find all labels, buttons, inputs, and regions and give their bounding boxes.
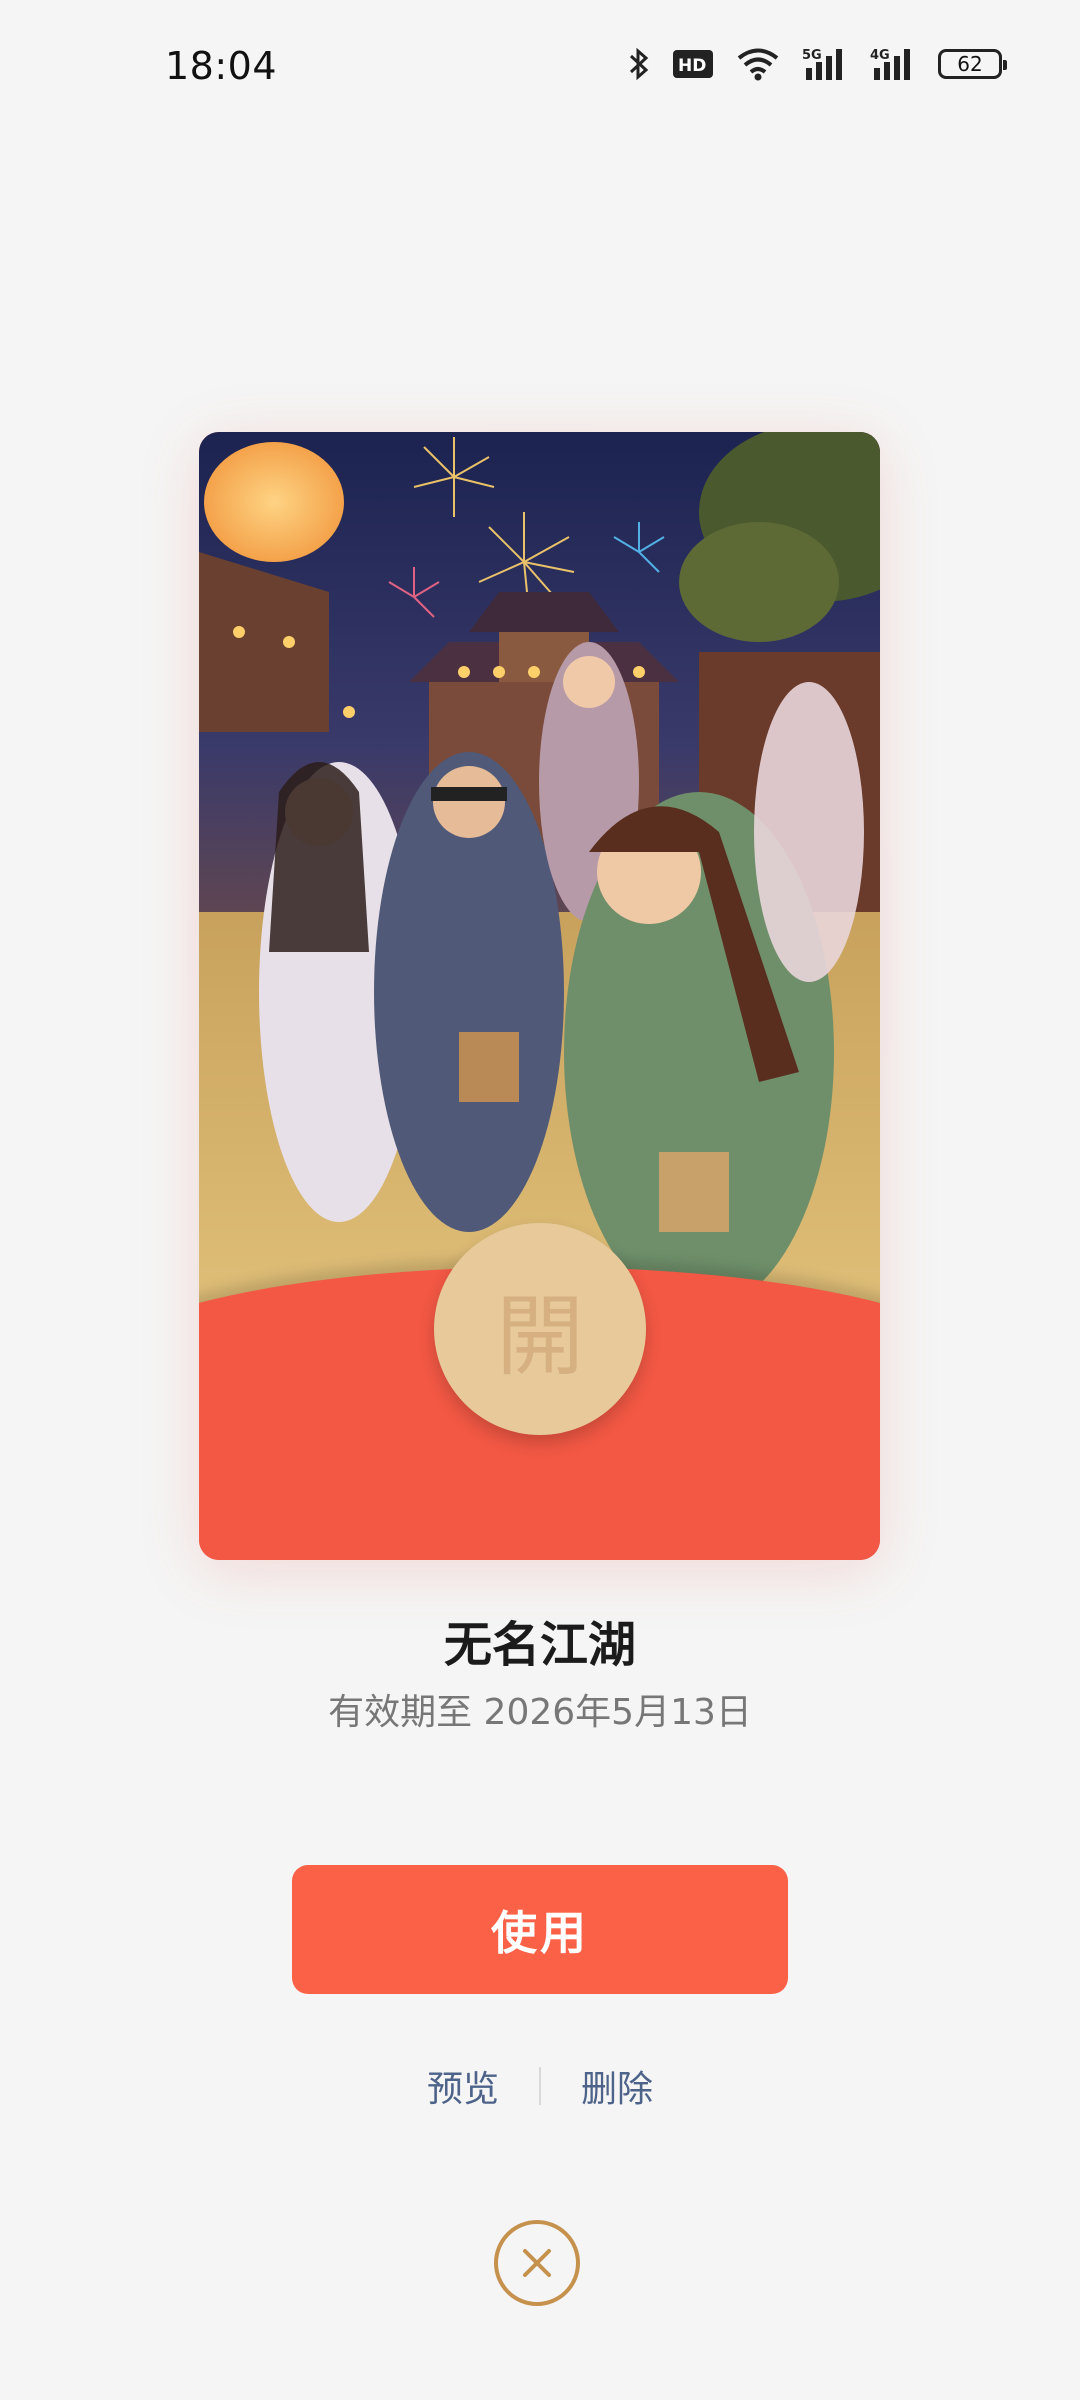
preview-link[interactable]: 预览 [387, 2060, 539, 2112]
status-bar: 18:04 HD 5G 4G 62 [0, 0, 1080, 136]
use-button[interactable]: 使用 [292, 1865, 788, 1994]
secondary-actions: 预览 删除 [0, 2060, 1080, 2112]
validity-date: 有效期至 2026年5月13日 [328, 1692, 752, 1733]
battery-icon: 62 [938, 49, 1007, 79]
delete-link[interactable]: 删除 [541, 2060, 693, 2112]
close-icon [523, 2249, 551, 2277]
open-button[interactable]: 開 [434, 1223, 646, 1435]
wifi-icon [737, 48, 779, 81]
red-envelope-cover-page: 18:04 HD 5G 4G 62 開 无名江湖 有效期至 2026年5月13日… [0, 0, 1080, 2400]
red-envelope-card[interactable]: 開 [199, 432, 880, 1560]
battery-level: 62 [957, 52, 983, 76]
status-icons: HD 5G 4G 62 [628, 46, 1007, 82]
hd-icon: HD [673, 50, 713, 78]
close-button[interactable] [494, 2220, 580, 2306]
cover-title: 无名江湖 [443, 1617, 636, 1673]
signal-5g-icon: 5G [802, 48, 842, 80]
cover-illustration [199, 432, 880, 1332]
svg-text:HD: HD [678, 56, 706, 76]
status-time: 18:04 [165, 44, 278, 88]
svg-text:4G: 4G [870, 48, 890, 63]
signal-4g-icon: 4G [870, 48, 910, 80]
svg-text:5G: 5G [802, 48, 822, 63]
bluetooth-icon [629, 47, 649, 81]
